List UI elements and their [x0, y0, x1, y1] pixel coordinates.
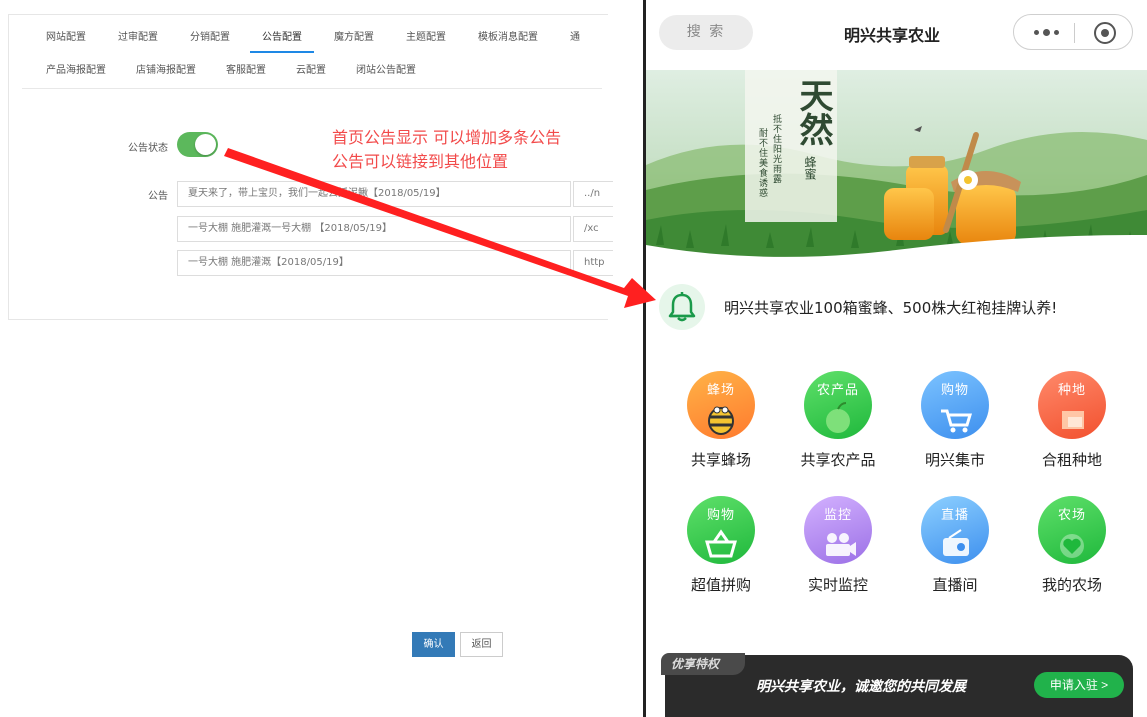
grid-item-label: 共享蜂场	[690, 451, 751, 469]
grid-item-1[interactable]: 农产品 共享农产品	[783, 371, 893, 481]
grid-item-circle: 购物	[921, 371, 989, 439]
screenshot-root: 网站配置 过审配置 分销配置 公告配置 魔方配置 主题配置 模板消息配置 通 产…	[0, 0, 1147, 717]
grid-item-label: 明兴集市	[924, 451, 985, 469]
grid-item-circle: 购物	[687, 496, 755, 564]
config-tabs-row1: 网站配置 过审配置 分销配置 公告配置 魔方配置 主题配置 模板消息配置 通	[34, 27, 592, 53]
banner-title: 天然	[793, 78, 833, 146]
tab-distribution-config[interactable]: 分销配置	[178, 27, 242, 51]
grid-item-2[interactable]: 购物 明兴集市	[900, 371, 1010, 481]
grid-item-circle: 农场	[1038, 496, 1106, 564]
grid-item-label: 实时监控	[807, 576, 868, 594]
tab-template-message-config[interactable]: 模板消息配置	[466, 27, 550, 51]
honey-banner[interactable]: 天然 蜂蜜 抵不住阳光雨露 耐不住美食诱惑	[646, 70, 1147, 266]
grid-item-circle-text: 监控	[823, 508, 852, 523]
grid-item-circle: 蜂场	[687, 371, 755, 439]
grid-item-3[interactable]: 种地 合租种地	[1017, 371, 1127, 481]
grid-item-circle-text: 直播	[940, 508, 969, 523]
tab-service-config[interactable]: 客服配置	[214, 60, 278, 84]
banner-image	[646, 70, 1147, 266]
back-button[interactable]: 返回	[460, 632, 503, 657]
grid-item-circle: 农产品	[804, 371, 872, 439]
more-dots-icon[interactable]	[1032, 24, 1062, 42]
close-target-icon[interactable]	[1094, 22, 1116, 44]
tab-theme-config[interactable]: 主题配置	[394, 27, 458, 51]
tab-divider	[22, 88, 602, 89]
notice-status-label: 公告状态	[128, 143, 168, 154]
grid-item-label: 超值拼购	[690, 576, 751, 594]
grid-item-circle: 直播	[921, 496, 989, 564]
config-tabs-row2: 产品海报配置 店铺海报配置 客服配置 云配置 闭站公告配置	[34, 60, 428, 84]
tab-product-poster-config[interactable]: 产品海报配置	[34, 60, 118, 84]
tab-shop-poster-config[interactable]: 店铺海报配置	[124, 60, 208, 84]
capsule-separator	[1074, 23, 1075, 43]
search-button[interactable]: 搜 索	[659, 15, 753, 50]
bell-icon	[659, 284, 705, 330]
banner-poem-2: 耐不住美食诱惑	[757, 128, 767, 198]
promo-tag: 优享特权	[661, 653, 745, 675]
tab-notice-config[interactable]: 公告配置	[250, 27, 314, 53]
notice-link-input-3[interactable]: http	[573, 250, 613, 276]
banner-subtitle: 蜂蜜	[803, 156, 817, 180]
notice-text[interactable]: 明兴共享农业100箱蜜蜂、500株大红袍挂牌认养!	[724, 297, 1057, 318]
grid-item-label: 我的农场	[1041, 576, 1102, 594]
banner-poem-1: 抵不住阳光雨露	[771, 114, 781, 184]
promo-text: 明兴共享农业，诚邀您的共同发展	[756, 679, 966, 695]
banner-title-char-1: 天	[793, 78, 833, 112]
tab-website-config[interactable]: 网站配置	[34, 27, 98, 51]
tab-closed-notice-config[interactable]: 闭站公告配置	[344, 60, 428, 84]
tab-cloud-config[interactable]: 云配置	[284, 60, 338, 84]
notice-link-input-2[interactable]: /xc	[573, 216, 613, 242]
tab-rubik-config[interactable]: 魔方配置	[322, 27, 386, 51]
grid-item-6[interactable]: 直播 直播间	[900, 496, 1010, 606]
annotation-line-2: 公告可以链接到其他位置	[332, 152, 509, 171]
grid-item-circle-text: 蜂场	[706, 383, 735, 398]
notice-link-input-1[interactable]: ../n	[573, 181, 613, 207]
grid-item-circle-text: 购物	[940, 383, 969, 398]
annotation-line-1: 首页公告显示 可以增加多条公告	[332, 128, 562, 147]
notice-label: 公告	[148, 191, 168, 202]
confirm-button[interactable]: 确认	[412, 632, 455, 657]
grid-item-7[interactable]: 农场 我的农场	[1017, 496, 1127, 606]
grid-item-4[interactable]: 购物 超值拼购	[666, 496, 776, 606]
mini-program-navbar: 搜 索 明兴共享农业	[646, 0, 1147, 70]
admin-panel: 网站配置 过审配置 分销配置 公告配置 魔方配置 主题配置 模板消息配置 通 产…	[0, 0, 643, 717]
grid-item-label: 合租种地	[1041, 451, 1102, 469]
notice-status-toggle[interactable]	[177, 132, 218, 157]
grid-item-0[interactable]: 蜂场 共享蜂场	[666, 371, 776, 481]
notice-input-2[interactable]: 一号大棚 施肥灌溉一号大棚 【2018/05/19】	[177, 216, 571, 242]
grid-item-circle-text: 农场	[1057, 508, 1086, 523]
tab-more[interactable]: 通	[558, 27, 592, 51]
grid-item-label: 共享农产品	[800, 451, 876, 469]
tab-review-config[interactable]: 过审配置	[106, 27, 170, 51]
toggle-knob	[195, 134, 216, 155]
grid-item-circle: 种地	[1038, 371, 1106, 439]
grid-item-circle-text: 种地	[1057, 383, 1086, 398]
grid-item-circle: 监控	[804, 496, 872, 564]
apply-join-button[interactable]: 申请入驻 >	[1034, 672, 1124, 698]
notice-input-3[interactable]: 一号大棚 施肥灌溉【2018/05/19】	[177, 250, 571, 276]
grid-item-label: 直播间	[932, 576, 978, 594]
annotation-text: 首页公告显示 可以增加多条公告 公告可以链接到其他位置	[332, 126, 561, 174]
banner-title-char-2: 然	[793, 112, 833, 146]
notice-input-1[interactable]: 夏天来了，带上宝贝，我们一起去抓泥鳅【2018/05/19】	[177, 181, 571, 207]
grid-item-circle-text: 农产品	[816, 383, 859, 398]
capsule-menu	[1013, 14, 1133, 50]
app-title: 明兴共享农业	[843, 26, 940, 45]
grid-item-5[interactable]: 监控 实时监控	[783, 496, 893, 606]
grid-item-circle-text: 购物	[706, 508, 735, 523]
phone-screen: 搜 索 明兴共享农业 天然 蜂蜜 抵不住阳光雨露 耐不住美食诱惑 明兴共享农业1…	[646, 0, 1147, 717]
